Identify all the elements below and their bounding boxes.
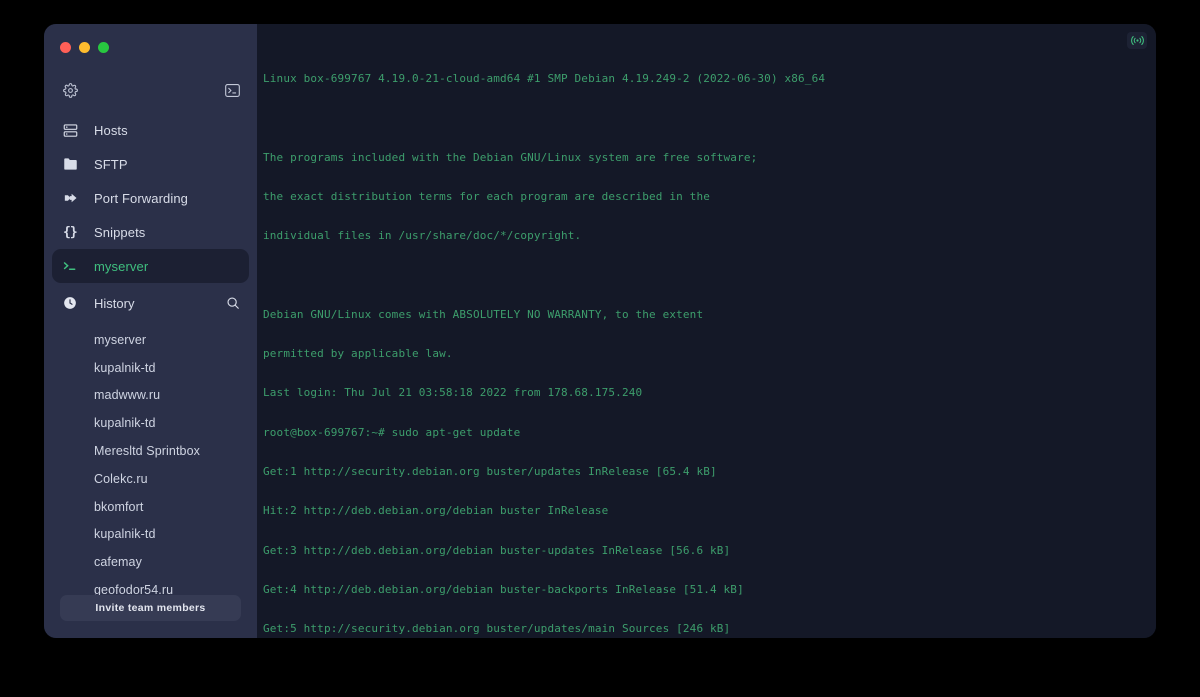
terminal-line: individual files in /usr/share/doc/*/cop… (263, 229, 582, 243)
prompt-icon (63, 260, 81, 272)
sidebar-item-label: Hosts (94, 122, 128, 138)
terminal-line: root@box-699767:~# sudo apt-get update (263, 425, 521, 439)
history-label: History (94, 295, 135, 311)
clock-icon (63, 296, 81, 310)
sidebar-item-port-forwarding[interactable]: Port Forwarding (44, 181, 257, 215)
broadcast-signal-icon (1130, 35, 1144, 46)
sidebar-item-myserver[interactable]: myserver (52, 249, 249, 283)
terminal-line: Get:4 http://deb.debian.org/debian buste… (263, 582, 744, 596)
sidebar-item-label: Port Forwarding (94, 190, 188, 206)
close-window-button[interactable] (60, 41, 71, 53)
list-item[interactable]: myserver (44, 326, 257, 354)
terminal-pane[interactable]: Linux box-699767 4.19.0-21-cloud-amd64 #… (257, 24, 1156, 638)
terminal-line: Get:3 http://deb.debian.org/debian buste… (263, 543, 731, 557)
terminal-line: Hit:2 http://deb.debian.org/debian buste… (263, 504, 609, 518)
history-section-header[interactable]: History (44, 286, 257, 320)
sidebar-nav: Hosts SFTP Port Forwarding {} Snippets m… (44, 113, 257, 283)
arrow-right-icon (63, 191, 81, 205)
sidebar-item-label: Snippets (94, 224, 146, 240)
minimize-window-button[interactable] (79, 41, 90, 53)
maximize-window-button[interactable] (98, 41, 109, 53)
server-icon (63, 123, 81, 138)
terminal-output: Linux box-699767 4.19.0-21-cloud-amd64 #… (257, 24, 1156, 638)
list-item[interactable]: kupalnik-td (44, 521, 257, 549)
terminal-line: Last login: Thu Jul 21 03:58:18 2022 fro… (263, 386, 643, 400)
sidebar-item-label: SFTP (94, 156, 128, 172)
list-item[interactable]: Colekc.ru (44, 465, 257, 493)
list-item[interactable]: kupalnik-td (44, 354, 257, 382)
sidebar-item-snippets[interactable]: {} Snippets (44, 215, 257, 249)
connection-status-badge[interactable] (1127, 32, 1147, 49)
folder-icon (63, 157, 81, 171)
terminal-line: the exact distribution terms for each pr… (263, 190, 710, 204)
sidebar-item-hosts[interactable]: Hosts (44, 113, 257, 147)
sidebar-toolbar (44, 75, 257, 105)
terminal-window-icon[interactable] (225, 83, 240, 97)
sidebar-item-label: myserver (94, 258, 149, 274)
list-item[interactable]: madwww.ru (44, 382, 257, 410)
list-item[interactable]: cafemay (44, 548, 257, 576)
window-controls (44, 24, 257, 58)
curly-braces-icon: {} (63, 224, 78, 240)
terminal-line: Get:1 http://security.debian.org buster/… (263, 465, 717, 478)
invite-team-members-button[interactable]: Invite team members (60, 595, 241, 621)
terminal-line: Get:5 http://security.debian.org buster/… (263, 622, 731, 636)
list-item[interactable]: kupalnik-td (44, 409, 257, 437)
sidebar-item-sftp[interactable]: SFTP (44, 147, 257, 181)
terminal-line: The programs included with the Debian GN… (263, 150, 758, 164)
invite-section: Invite team members (44, 595, 257, 638)
list-item[interactable]: Meresltd Sprintbox (44, 437, 257, 465)
search-icon[interactable] (226, 296, 240, 310)
terminal-line: Debian GNU/Linux comes with ABSOLUTELY N… (263, 307, 704, 321)
list-item[interactable]: bkomfort (44, 493, 257, 521)
terminal-line: permitted by applicable law. (263, 347, 453, 361)
gear-icon[interactable] (63, 82, 78, 98)
sidebar: Hosts SFTP Port Forwarding {} Snippets m… (44, 24, 257, 638)
app-window: Hosts SFTP Port Forwarding {} Snippets m… (44, 24, 1156, 638)
history-list: myserver kupalnik-td madwww.ru kupalnik-… (44, 326, 257, 604)
terminal-line: Linux box-699767 4.19.0-21-cloud-amd64 #… (263, 72, 826, 86)
